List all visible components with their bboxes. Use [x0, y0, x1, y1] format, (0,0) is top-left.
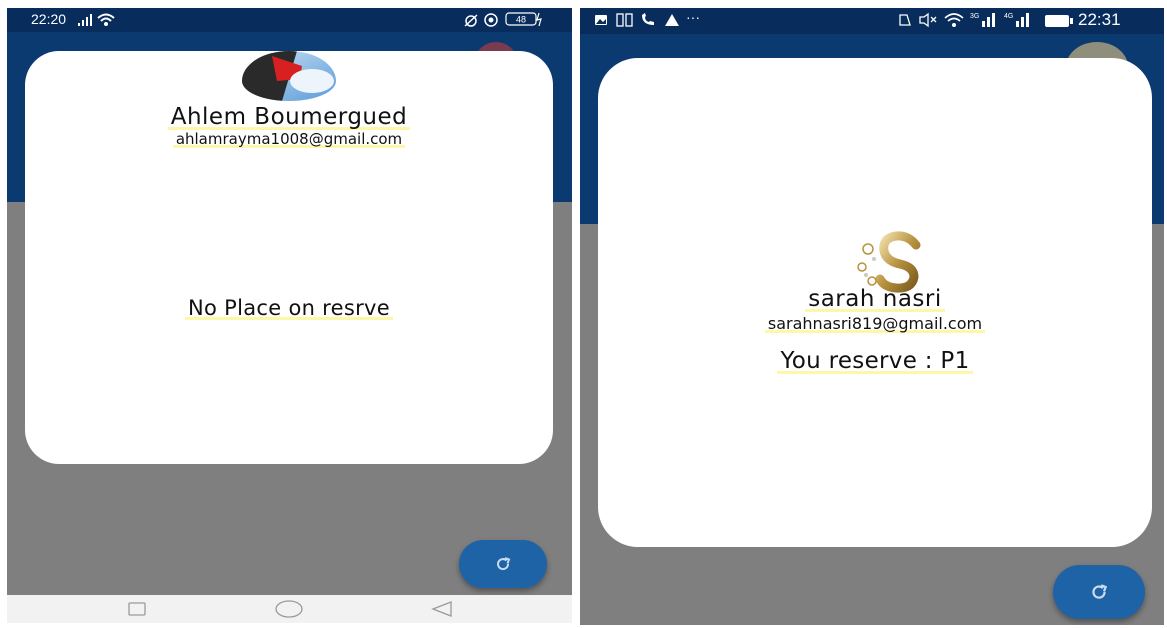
rotate-icon [897, 12, 913, 32]
signal-icon [77, 12, 93, 31]
profile-card: Ahlem Boumergued ahlamrayma1008@gmail.co… [25, 51, 553, 464]
battery-icon: 48 [505, 11, 545, 31]
profile-avatar [850, 231, 946, 293]
refresh-icon [1092, 584, 1108, 599]
refresh-button[interactable] [459, 540, 547, 588]
refresh-button[interactable] [1053, 565, 1145, 619]
refresh-icon [497, 557, 511, 571]
back-button[interactable] [423, 599, 463, 619]
signal-4g-icon: 4G [1004, 11, 1036, 33]
eye-comfort-icon [483, 12, 499, 31]
mute-icon [918, 12, 938, 32]
warning-icon [664, 12, 680, 31]
phone-call-icon [640, 12, 656, 31]
home-button[interactable] [269, 599, 309, 619]
status-time: 22:20 [31, 11, 67, 27]
profile-card: sarah nasri sarahnasri819@gmail.com You … [598, 58, 1152, 547]
alarm-off-icon [463, 12, 479, 31]
battery-icon [1044, 13, 1074, 32]
profile-email: ahlamrayma1008@gmail.com [25, 130, 553, 148]
svg-text:4G: 4G [1004, 13, 1013, 20]
image-icon [594, 12, 608, 31]
battery-level: 48 [516, 15, 526, 25]
square-icon [128, 602, 146, 616]
reservation-status: No Place on resrve [25, 296, 553, 320]
recent-apps-button[interactable] [117, 599, 157, 619]
status-bar: ··· 3G 4G 22:31 [580, 8, 1164, 34]
wifi-icon [944, 12, 964, 32]
svg-text:3G: 3G [970, 13, 979, 20]
back-triangle-icon [431, 601, 452, 617]
circle-icon [275, 600, 303, 618]
profile-name: sarah nasri [598, 286, 1152, 312]
signal-3g-icon: 3G [970, 11, 1000, 33]
left-phone-screen: 22:20 48 Ahlem Boumergued ahlamrayma1008… [7, 8, 572, 623]
s-monogram-logo [857, 231, 921, 293]
more-notifications-icon: ··· [686, 9, 700, 25]
profile-name: Ahlem Boumergued [25, 104, 553, 130]
status-time: 22:31 [1078, 10, 1121, 29]
navigation-bar [7, 595, 572, 623]
right-phone-screen: ··· 3G 4G 22:31 sarah nasri sarahnasri81… [580, 8, 1164, 625]
profile-email: sarahnasri819@gmail.com [598, 314, 1152, 333]
reservation-status: You reserve : P1 [598, 348, 1152, 374]
wifi-icon [97, 12, 115, 31]
data-transfer-icon [616, 12, 634, 31]
profile-avatar [242, 51, 336, 101]
status-bar: 22:20 48 [7, 8, 572, 32]
